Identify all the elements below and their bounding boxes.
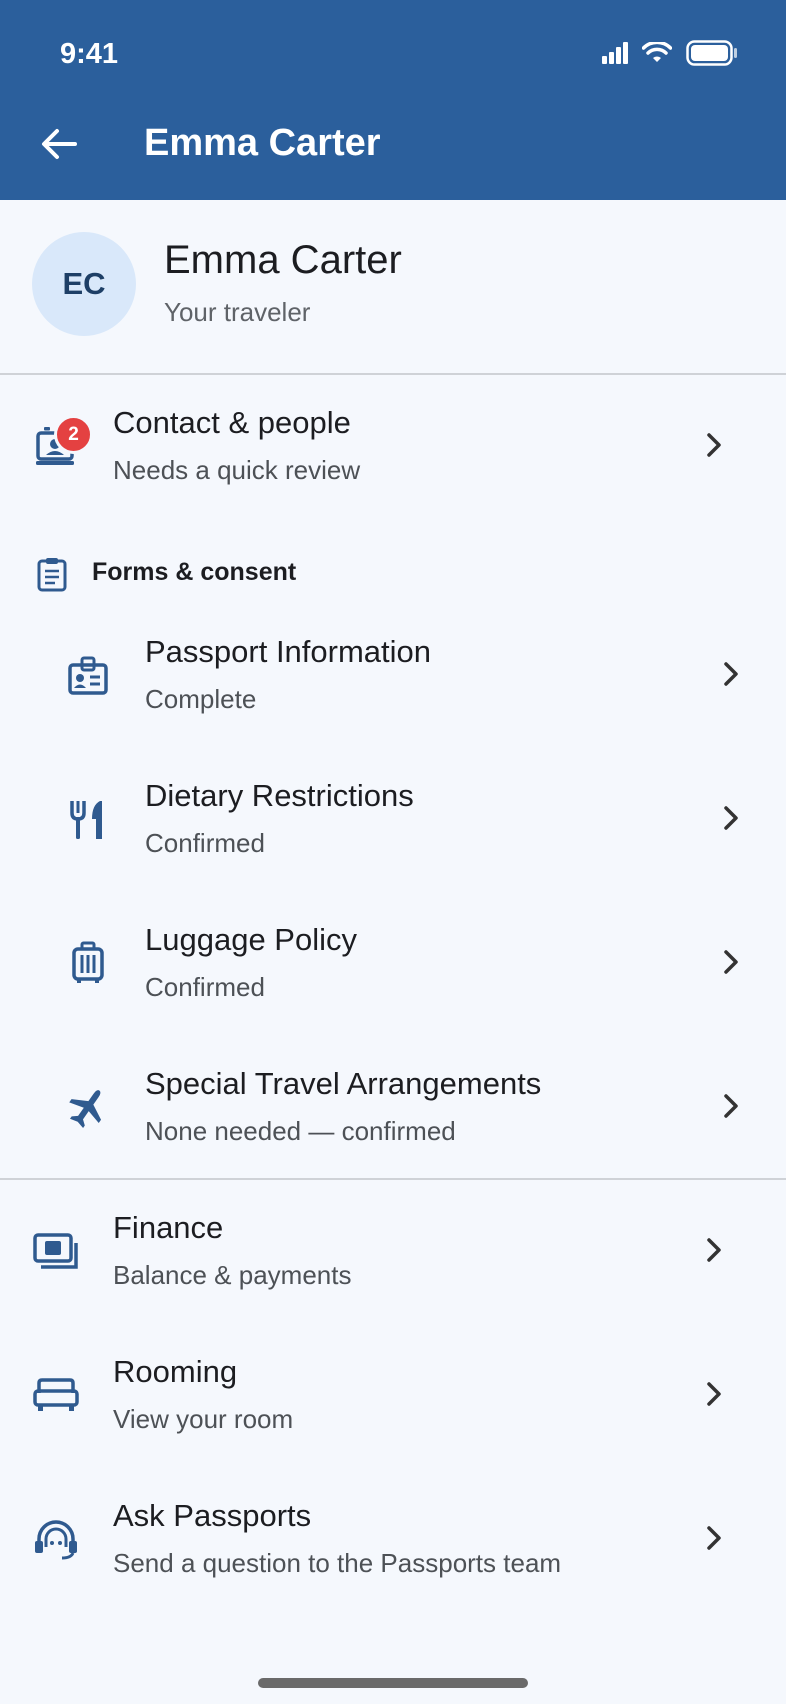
wifi-icon bbox=[642, 42, 672, 62]
profile-name: Emma Carter bbox=[164, 238, 402, 282]
menu-item-dietary-restrictions[interactable]: Dietary Restrictions Confirmed bbox=[0, 758, 786, 878]
finance-subtitle: Balance & payments bbox=[113, 1260, 352, 1290]
divider bbox=[0, 1178, 786, 1180]
rooming-subtitle: View your room bbox=[113, 1404, 294, 1434]
profile-subtitle: Your traveler bbox=[164, 297, 311, 327]
menu-item-special-travel-arrangements[interactable]: Special Travel Arrangements None needed … bbox=[0, 1046, 786, 1166]
status-time: 9:41 bbox=[60, 38, 119, 70]
fork-knife-icon bbox=[64, 795, 112, 843]
dietary-title: Dietary Restrictions bbox=[145, 778, 414, 813]
menu-item-finance[interactable]: Finance Balance & payments bbox=[0, 1190, 786, 1310]
app-header: 9:41 Emma Carter bbox=[0, 0, 786, 200]
ask-passports-subtitle: Send a question to the Passports team bbox=[113, 1548, 562, 1578]
support-agent-icon bbox=[32, 1515, 80, 1563]
notification-badge: 2 bbox=[54, 415, 93, 454]
chevron-right-icon bbox=[716, 947, 746, 977]
finance-title: Finance bbox=[113, 1210, 224, 1245]
battery-icon bbox=[686, 40, 737, 66]
airplane-icon bbox=[64, 1083, 112, 1131]
menu-item-passport-information[interactable]: Passport Information Complete bbox=[0, 614, 786, 734]
cash-icon bbox=[32, 1227, 80, 1275]
chevron-right-icon bbox=[699, 1379, 729, 1409]
dietary-subtitle: Confirmed bbox=[145, 828, 265, 858]
special-travel-subtitle: None needed — confirmed bbox=[145, 1116, 456, 1146]
luggage-subtitle: Confirmed bbox=[145, 972, 265, 1002]
chevron-right-icon bbox=[699, 1235, 729, 1265]
luggage-title: Luggage Policy bbox=[145, 922, 357, 957]
arrow-left-icon bbox=[42, 129, 77, 159]
contact-title: Contact & people bbox=[113, 405, 351, 440]
luggage-icon bbox=[64, 939, 112, 987]
chevron-right-icon bbox=[716, 803, 746, 833]
chevron-right-icon bbox=[716, 1091, 746, 1121]
chevron-right-icon bbox=[699, 1523, 729, 1553]
back-button[interactable] bbox=[36, 121, 82, 167]
menu-item-contact-people[interactable]: Contact & people Needs a quick review bbox=[0, 385, 786, 505]
status-icons bbox=[602, 40, 738, 66]
bed-icon bbox=[32, 1371, 80, 1419]
header-title: Emma Carter bbox=[144, 122, 381, 164]
menu-item-luggage-policy[interactable]: Luggage Policy Confirmed bbox=[0, 902, 786, 1022]
rooming-title: Rooming bbox=[113, 1354, 238, 1389]
section-label-forms: Forms & consent bbox=[92, 558, 297, 586]
ask-passports-title: Ask Passports bbox=[113, 1498, 312, 1533]
id-badge-icon bbox=[64, 653, 112, 701]
menu-item-rooming[interactable]: Rooming View your room bbox=[0, 1334, 786, 1454]
menu-item-ask-passports[interactable]: Ask Passports Send a question to the Pas… bbox=[0, 1478, 786, 1598]
contact-subtitle: Needs a quick review bbox=[113, 455, 361, 485]
traveler-profile: EC Emma Carter Your traveler bbox=[0, 200, 786, 373]
passport-subtitle: Complete bbox=[145, 684, 257, 714]
chevron-right-icon bbox=[699, 430, 729, 460]
avatar: EC bbox=[32, 232, 136, 336]
chevron-right-icon bbox=[716, 659, 746, 689]
clipboard-icon bbox=[34, 556, 70, 592]
signal-icon bbox=[602, 42, 628, 64]
passport-title: Passport Information bbox=[145, 634, 432, 669]
divider bbox=[0, 373, 786, 375]
special-travel-title: Special Travel Arrangements bbox=[145, 1066, 542, 1101]
home-indicator[interactable] bbox=[258, 1678, 528, 1688]
